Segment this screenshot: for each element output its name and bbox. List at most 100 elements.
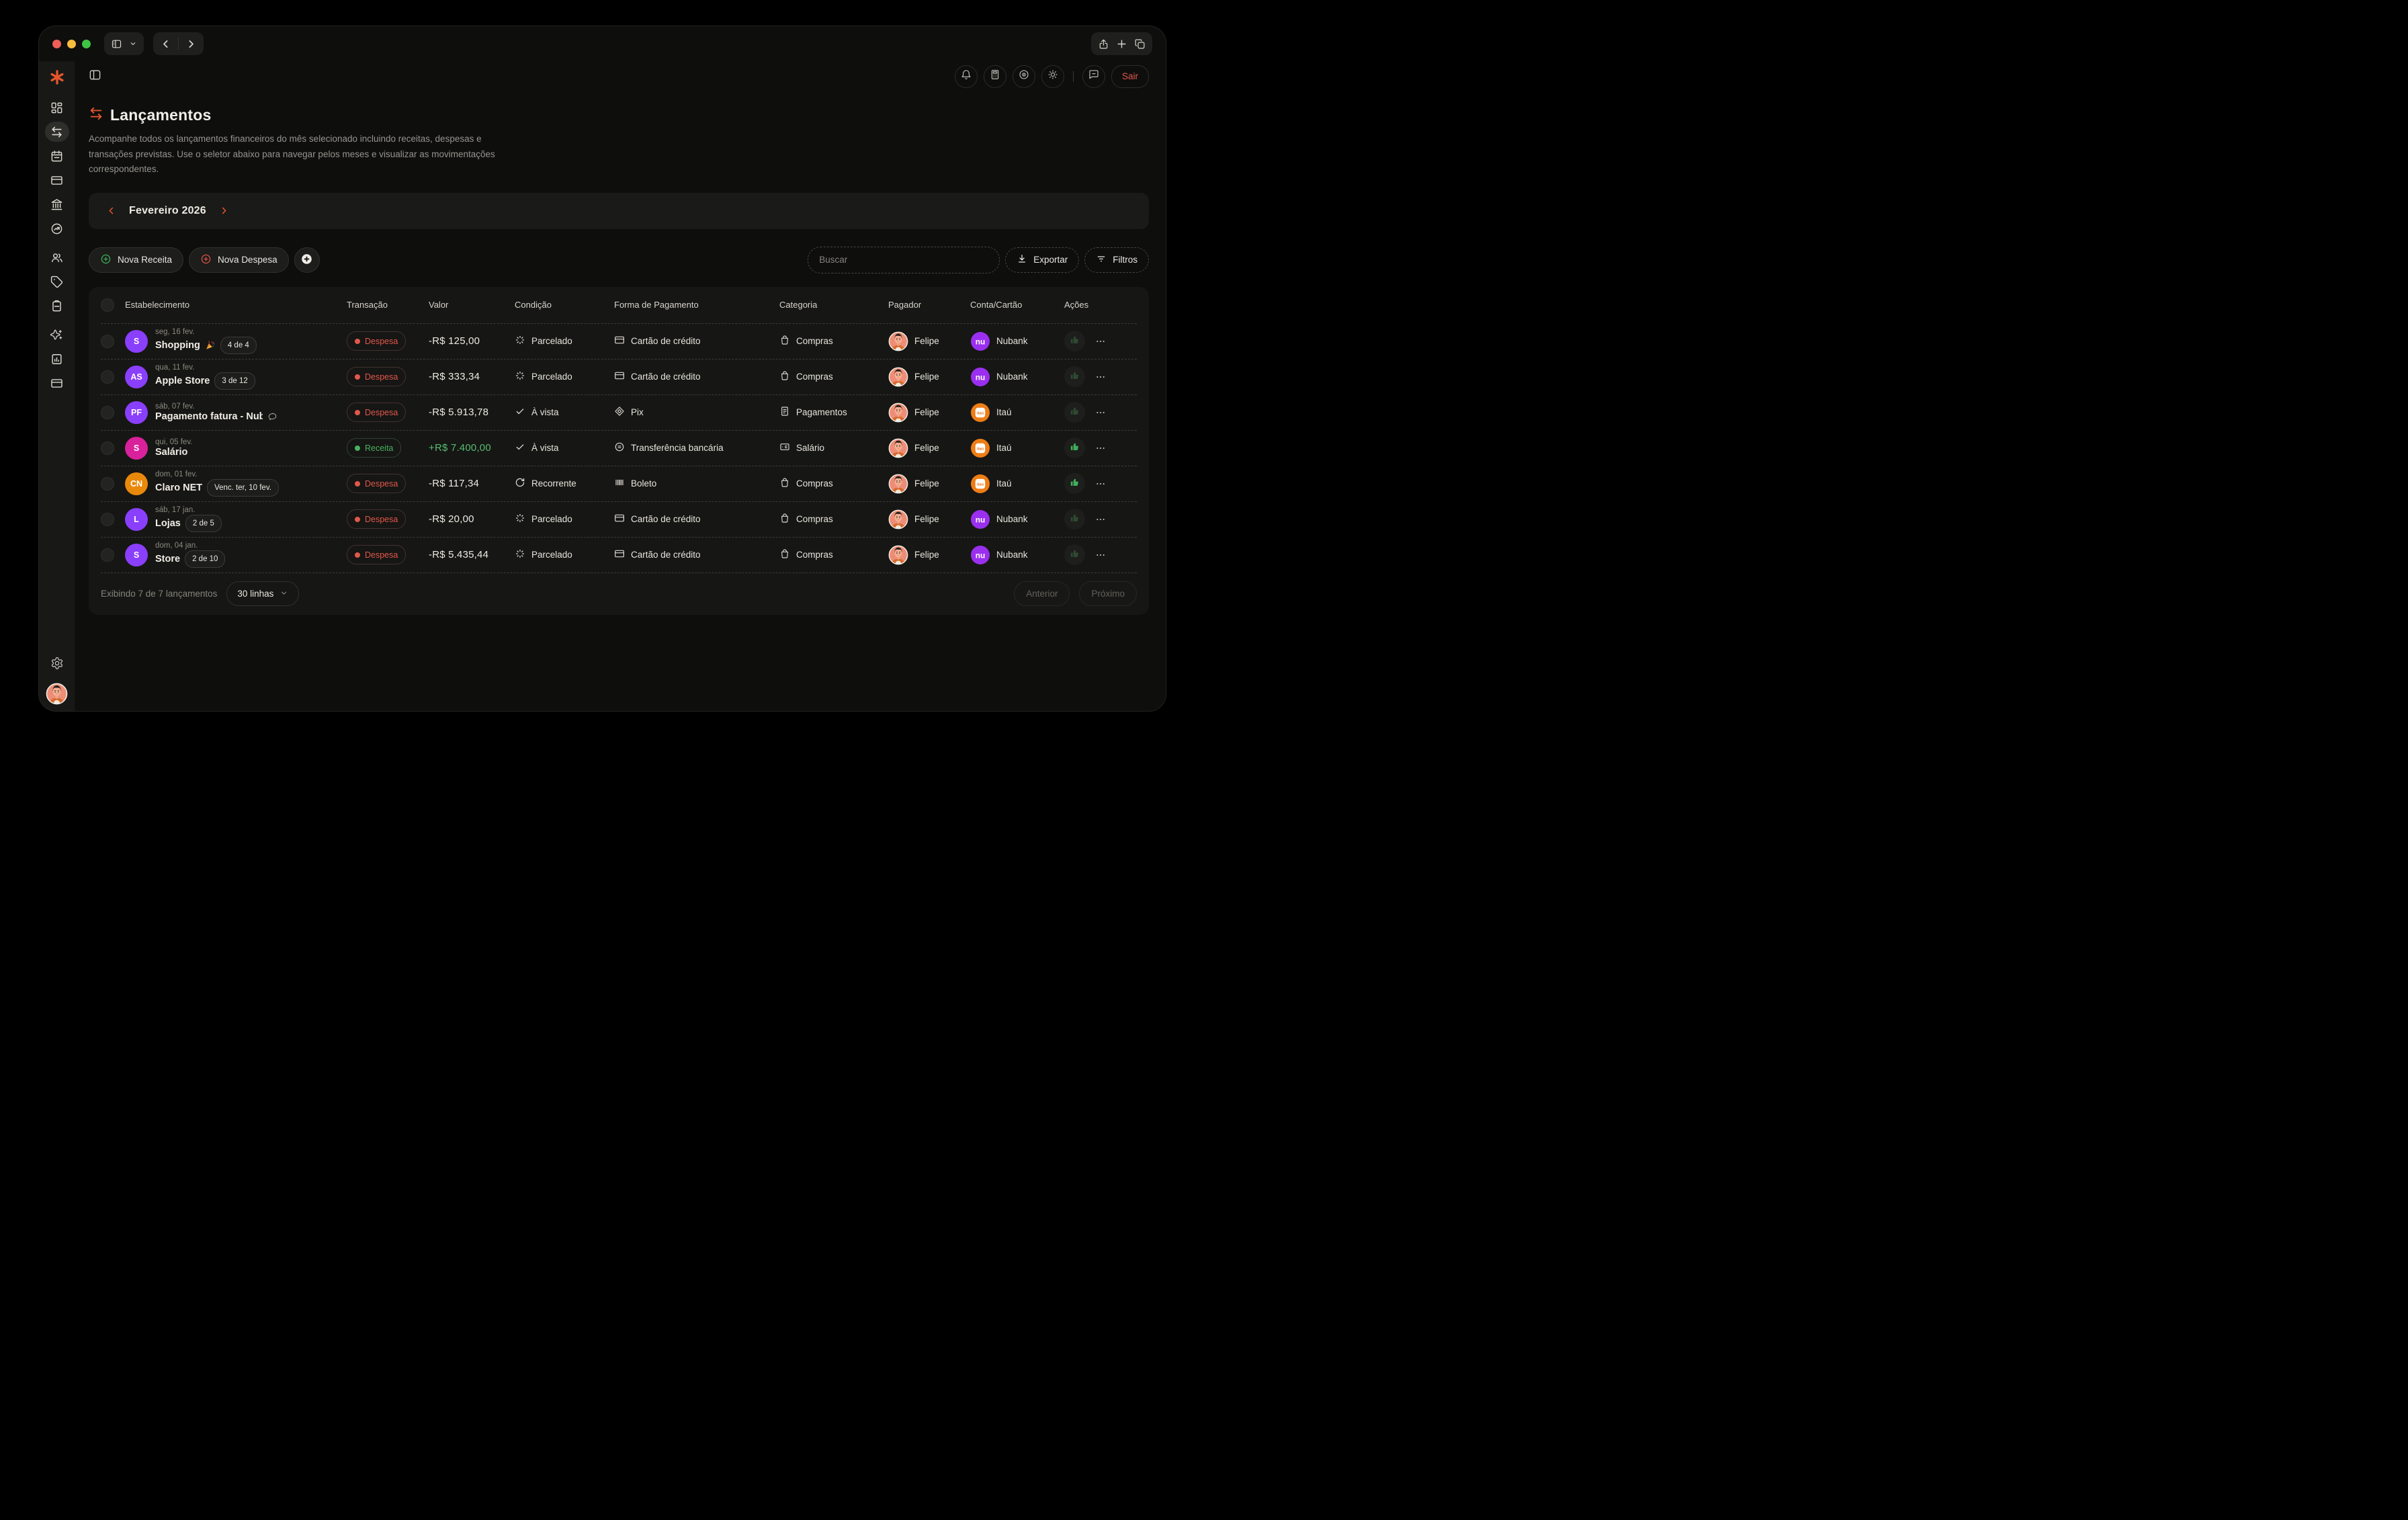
table-row[interactable]: L sáb, 17 jan. Lojas 2 de 5 Despesa -R$ … (101, 502, 1137, 538)
next-page-button[interactable]: Próximo (1079, 581, 1137, 606)
like-button[interactable] (1064, 437, 1085, 458)
category-icon (779, 441, 790, 454)
table-row[interactable]: S qui, 05 fev. Salário Receita +R$ 7.400… (101, 431, 1137, 466)
header-divider (1072, 71, 1074, 82)
user-avatar[interactable] (46, 683, 68, 705)
chevron-down-icon[interactable] (129, 40, 137, 48)
logout-button[interactable]: Sair (1111, 65, 1149, 88)
fullscreen-button[interactable] (82, 39, 91, 48)
row-menu-button[interactable] (1095, 372, 1106, 382)
row-menu-button[interactable] (1095, 336, 1106, 347)
close-button[interactable] (52, 39, 61, 48)
settings-gear-icon[interactable] (50, 657, 64, 673)
sidebar-toggle-icon[interactable] (111, 38, 122, 50)
row-name: Claro NET (155, 482, 203, 493)
like-button[interactable] (1064, 509, 1085, 530)
row-checkbox[interactable] (101, 441, 114, 455)
minimize-button[interactable] (67, 39, 76, 48)
previous-month-icon[interactable] (106, 206, 116, 216)
row-checkbox[interactable] (101, 370, 114, 384)
payer-avatar (888, 367, 908, 387)
table-row[interactable]: S dom, 04 jan. Store 2 de 10 Despesa -R$… (101, 538, 1137, 573)
feedback-button[interactable] (1082, 65, 1105, 88)
account-icon: nu (970, 509, 990, 530)
col-valor: Valor (429, 300, 449, 310)
row-checkbox[interactable] (101, 334, 114, 348)
sidebar-item-notes[interactable] (45, 296, 69, 316)
like-button[interactable] (1064, 366, 1085, 387)
row-date: dom, 04 jan. (155, 542, 198, 550)
rows-per-page-select[interactable]: 30 linhas (226, 581, 300, 606)
new-tab-icon[interactable] (1116, 38, 1127, 50)
filters-button[interactable]: Filtros (1084, 247, 1149, 273)
table-row[interactable]: PF sáb, 07 fev. Pagamento fatura - Nuban… (101, 395, 1137, 431)
payer-avatar (888, 474, 908, 494)
sidebar-item-dashboard[interactable] (45, 97, 69, 118)
notifications-button[interactable] (954, 65, 978, 88)
transaction-label: Despesa (365, 514, 398, 524)
comment-icon[interactable] (267, 412, 277, 422)
titlebar (39, 26, 1166, 61)
sidebar-item-tags[interactable] (45, 271, 69, 292)
tab-overview-icon[interactable] (1134, 38, 1146, 50)
forward-icon[interactable] (185, 38, 197, 50)
sidebar-item-transactions[interactable] (44, 122, 69, 142)
like-button[interactable] (1064, 402, 1085, 423)
sidebar-item-users[interactable] (45, 247, 69, 267)
row-menu-button[interactable] (1095, 514, 1106, 525)
table-row[interactable]: CN dom, 01 fev. Claro NET Venc. ter, 10 … (101, 466, 1137, 502)
col-estabelecimento: Estabelecimento (125, 300, 190, 310)
calculator-button[interactable] (983, 65, 1006, 88)
row-name: Salário (155, 447, 188, 458)
row-menu-button[interactable] (1095, 478, 1106, 489)
table-row[interactable]: AS qua, 11 fev. Apple Store 3 de 12 Desp… (101, 360, 1137, 395)
merchant-avatar: L (125, 507, 148, 531)
account-label: Nubank (996, 550, 1028, 560)
condition-label: Parcelado (531, 336, 572, 346)
sidebar-item-performance[interactable] (45, 218, 69, 239)
new-expense-button[interactable]: Nova Despesa (189, 247, 289, 273)
previous-page-button[interactable]: Anterior (1014, 581, 1070, 606)
export-button[interactable]: Exportar (1005, 247, 1080, 273)
row-menu-button[interactable] (1095, 443, 1106, 454)
theme-button[interactable] (1041, 65, 1064, 88)
category-label: Compras (796, 372, 833, 382)
row-menu-button[interactable] (1095, 407, 1106, 418)
sidebar-item-reports[interactable] (45, 349, 69, 369)
table-row[interactable]: S seg, 16 fev. Shopping 4 de 4 Despesa -… (101, 324, 1137, 360)
like-button[interactable] (1064, 473, 1085, 494)
transaction-badge: Despesa (347, 331, 406, 351)
row-checkbox[interactable] (101, 476, 114, 491)
row-checkbox[interactable] (101, 548, 114, 562)
sidebar-item-bank[interactable] (45, 194, 69, 214)
quick-add-button[interactable] (294, 247, 320, 273)
col-forma-pagamento: Forma de Pagamento (614, 300, 699, 310)
sidebar-item-accounts[interactable] (45, 373, 69, 393)
sidebar-item-ai[interactable] (45, 325, 69, 345)
privacy-button[interactable] (1012, 65, 1035, 88)
search-input[interactable] (808, 246, 1000, 273)
like-button[interactable] (1064, 544, 1085, 565)
back-icon[interactable] (160, 38, 171, 50)
panel-toggle-icon[interactable] (89, 69, 101, 85)
row-checkbox[interactable] (101, 512, 114, 526)
category-icon (779, 406, 790, 419)
row-menu-button[interactable] (1095, 550, 1106, 560)
results-summary: Exibindo 7 de 7 lançamentos (101, 589, 218, 599)
like-button[interactable] (1064, 331, 1085, 351)
sidebar-item-cards[interactable] (45, 170, 69, 190)
sidebar-rail-items (44, 97, 69, 397)
row-checkbox[interactable] (101, 405, 114, 419)
category-label: Compras (796, 478, 833, 489)
account-icon: itaú (970, 438, 990, 458)
sidebar-item-calendar[interactable] (45, 146, 69, 166)
transactions-table: Estabelecimento Transação Valor Condição… (89, 286, 1149, 615)
account-label: Nubank (996, 372, 1028, 382)
transaction-badge: Despesa (347, 367, 406, 386)
new-income-button[interactable]: Nova Receita (89, 247, 184, 273)
select-all-checkbox[interactable] (101, 298, 114, 312)
next-month-icon[interactable] (219, 206, 229, 216)
col-condicao: Condição (515, 300, 552, 310)
app-logo-asterisk-icon[interactable] (49, 69, 65, 85)
share-icon[interactable] (1098, 38, 1109, 50)
